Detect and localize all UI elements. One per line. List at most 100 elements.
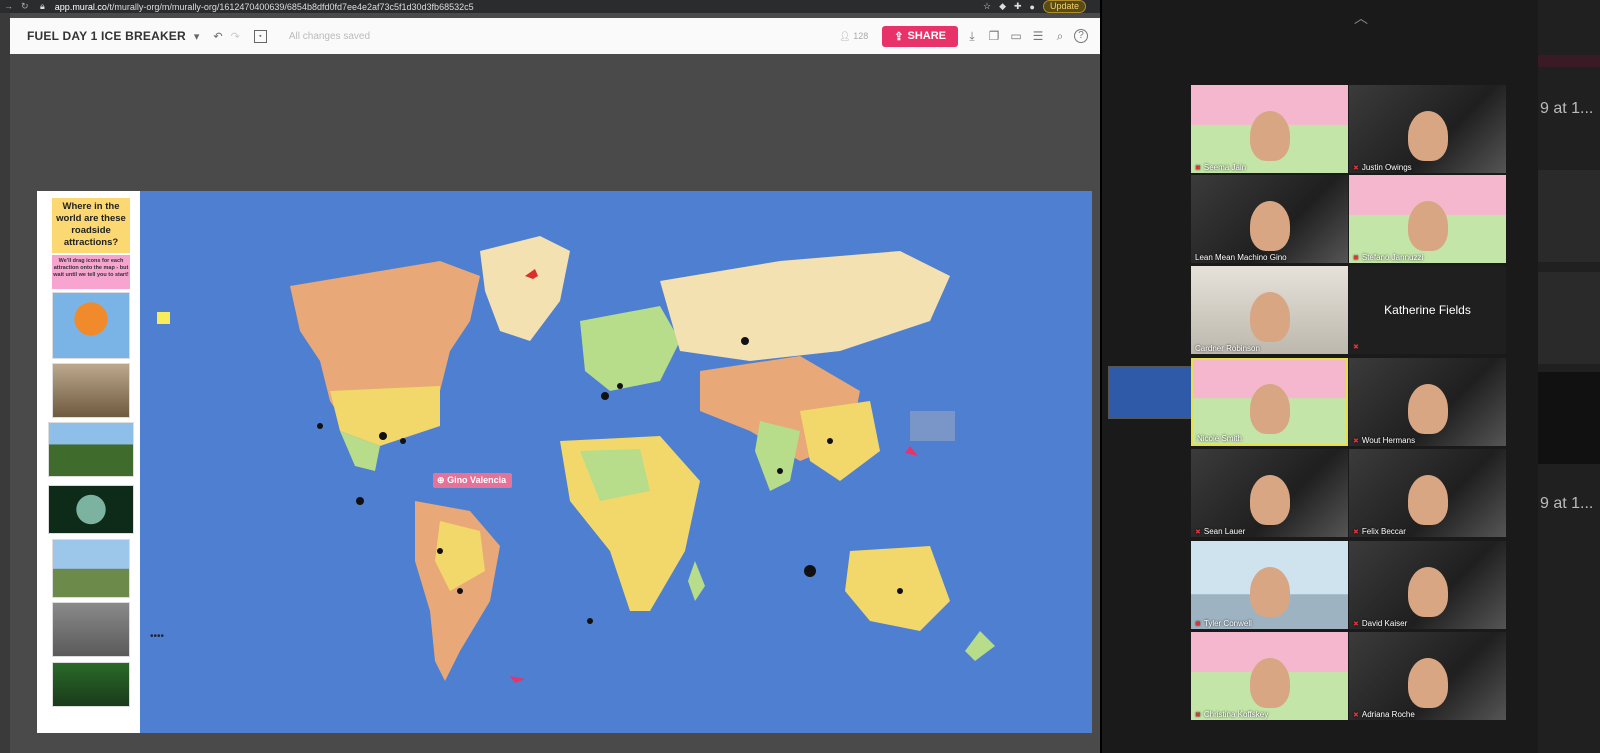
update-button[interactable]: Update <box>1042 0 1086 13</box>
avatar <box>1407 475 1448 525</box>
person-icon: 👤︎ <box>839 30 851 41</box>
url-field[interactable]: app.mural.co/t/murally-org/m/murally-org… <box>55 2 474 12</box>
puzzle-icon[interactable]: ✚ <box>1014 1 1022 12</box>
help-icon[interactable]: ? <box>1074 29 1088 43</box>
europe-shape <box>580 306 680 391</box>
chevron-up-icon[interactable]: ︿ <box>1354 8 1368 28</box>
undo-icon[interactable]: ↶ <box>213 30 222 43</box>
participant-tile[interactable]: ✖ Christina Koffskey <box>1191 632 1348 720</box>
world-map[interactable]: ⊕ Gino Valencia •••• <box>140 191 1092 733</box>
avatar <box>1249 658 1290 708</box>
avatar <box>1407 384 1448 434</box>
participant-tile[interactable]: ✖ Tyler Conwell <box>1191 541 1348 629</box>
avatar <box>1249 384 1290 434</box>
mural-title[interactable]: FUEL DAY 1 ICE BREAKER <box>27 29 186 43</box>
more-dots[interactable]: •••• <box>150 631 164 642</box>
extension-icon[interactable]: ◆ <box>999 1 1006 12</box>
greenland-shape <box>480 236 570 341</box>
participant-tile[interactable]: ✖ Justin Owings <box>1349 85 1506 173</box>
mic-muted-icon: ✖ <box>1353 437 1359 445</box>
chevron-down-icon[interactable]: ▾ <box>194 30 200 43</box>
comment-icon[interactable]: ▭ <box>1008 28 1024 44</box>
outline-icon[interactable]: ▪ <box>253 29 267 43</box>
madagascar-shape <box>688 561 705 601</box>
activity-icon[interactable]: ❐ <box>986 28 1002 44</box>
shared-screen-preview[interactable] <box>1108 366 1204 419</box>
participant-tile[interactable]: ✖ Seema Jain <box>1191 85 1348 173</box>
search-icon[interactable]: ⌕ <box>1052 28 1068 44</box>
mic-muted-icon: ✖ <box>1195 711 1201 719</box>
participant-tile[interactable]: Cardner Robinson <box>1191 266 1348 354</box>
arrow-icon <box>510 676 525 683</box>
avatar <box>1249 475 1290 525</box>
avatar <box>1407 111 1448 161</box>
australia-shape <box>845 546 950 631</box>
participant-tile[interactable]: Lean Mean Machino Gino <box>1191 175 1348 263</box>
mic-muted-icon: ✖ <box>1353 344 1359 351</box>
browser-nav: → ↻ <box>0 1 40 12</box>
background-window-strip: 9 at 1... 9 at 1... <box>1538 0 1600 753</box>
redo-icon[interactable]: ↷ <box>231 30 240 43</box>
mic-muted-icon: ✖ <box>1353 528 1359 536</box>
participant-tile[interactable]: ✖ Stefano Jannuzzi <box>1349 175 1506 263</box>
sticky-note[interactable] <box>157 312 170 324</box>
strip-block <box>1538 272 1600 364</box>
mic-muted-icon: ✖ <box>1195 528 1201 536</box>
forward-icon[interactable]: → <box>4 1 13 12</box>
attraction-image-crater[interactable] <box>52 602 130 657</box>
attraction-image-building[interactable] <box>52 539 130 598</box>
pin-icon <box>905 446 918 456</box>
collaborator-cursor-label: ⊕ Gino Valencia <box>433 473 513 488</box>
mic-muted-icon: ✖ <box>1353 620 1359 628</box>
mic-muted-icon: ✖ <box>1195 620 1201 628</box>
participant-tile[interactable]: ✖ Wout Hermans <box>1349 358 1506 446</box>
instruction-card[interactable]: We'll drag icons for each attraction ont… <box>52 255 130 289</box>
participant-tile-active-speaker[interactable]: Nicole Smith <box>1191 358 1348 446</box>
mural-window: FUEL DAY 1 ICE BREAKER ▾ ↶ ↷ ▪ All chang… <box>10 13 1100 753</box>
avatar <box>1249 201 1290 251</box>
india-shape <box>755 421 800 491</box>
participant-tile[interactable]: ✖ Adriana Roche <box>1349 632 1506 720</box>
question-card[interactable]: Where in the world are these roadside at… <box>52 198 130 253</box>
attraction-image-lens[interactable] <box>48 485 134 534</box>
attraction-image-cave[interactable] <box>52 363 130 418</box>
world-map-graphic <box>290 236 995 683</box>
strip-text: 9 at 1... <box>1540 100 1594 117</box>
avatar <box>1407 201 1448 251</box>
strip-block <box>1538 372 1600 464</box>
member-count[interactable]: 👤︎ 128 <box>839 31 868 42</box>
browser-address-bar: → ↻ 🔒︎ app.mural.co/t/murally-org/m/mura… <box>0 0 1100 13</box>
avatar <box>1249 292 1290 342</box>
mic-muted-icon: ✖ <box>1353 164 1359 172</box>
user-icon: ⊕ <box>437 475 445 485</box>
attraction-image-forest[interactable] <box>52 662 130 707</box>
lock-icon: 🔒︎ <box>40 1 45 11</box>
profile-avatar[interactable]: ● <box>1030 2 1035 12</box>
zoom-gallery: ︿ ✖ Seema Jain ✖ Justin Owings Lean Mean M… <box>1102 0 1538 753</box>
mic-muted-icon: ✖ <box>1353 254 1359 262</box>
mural-toolbar: FUEL DAY 1 ICE BREAKER ▾ ↶ ↷ ▪ All chang… <box>10 18 1100 54</box>
attraction-image-lobster[interactable] <box>48 422 134 477</box>
avatar <box>1407 567 1448 617</box>
russia-shape <box>660 251 950 361</box>
china-shape <box>800 401 880 481</box>
participant-tile[interactable]: ✖ David Kaiser <box>1349 541 1506 629</box>
star-icon[interactable]: ☆ <box>983 1 991 12</box>
participant-tile[interactable]: ✖ Sean Lauer <box>1191 449 1348 537</box>
strip-block <box>1538 55 1600 67</box>
reload-icon[interactable]: ↻ <box>21 1 29 12</box>
attraction-image-peach[interactable] <box>52 292 130 359</box>
participant-tile-no-video[interactable]: Katherine Fields ✖ <box>1349 266 1506 354</box>
participant-tile[interactable]: ✖ Felix Beccar <box>1349 449 1506 537</box>
save-status: All changes saved <box>288 30 371 42</box>
mural-board[interactable]: Where in the world are these roadside at… <box>37 191 1092 733</box>
new-zealand-shape <box>965 631 995 661</box>
left-gutter <box>0 13 10 753</box>
dragged-photo <box>910 411 955 441</box>
attractions-panel: Where in the world are these roadside at… <box>37 191 140 733</box>
strip-text: 9 at 1... <box>1540 495 1594 512</box>
outline-list-icon[interactable]: ☰ <box>1030 28 1046 44</box>
download-icon[interactable]: ⤓ <box>964 28 980 44</box>
share-button[interactable]: ⇪ SHARE <box>882 25 958 47</box>
share-icon: ⇪ <box>894 30 904 43</box>
